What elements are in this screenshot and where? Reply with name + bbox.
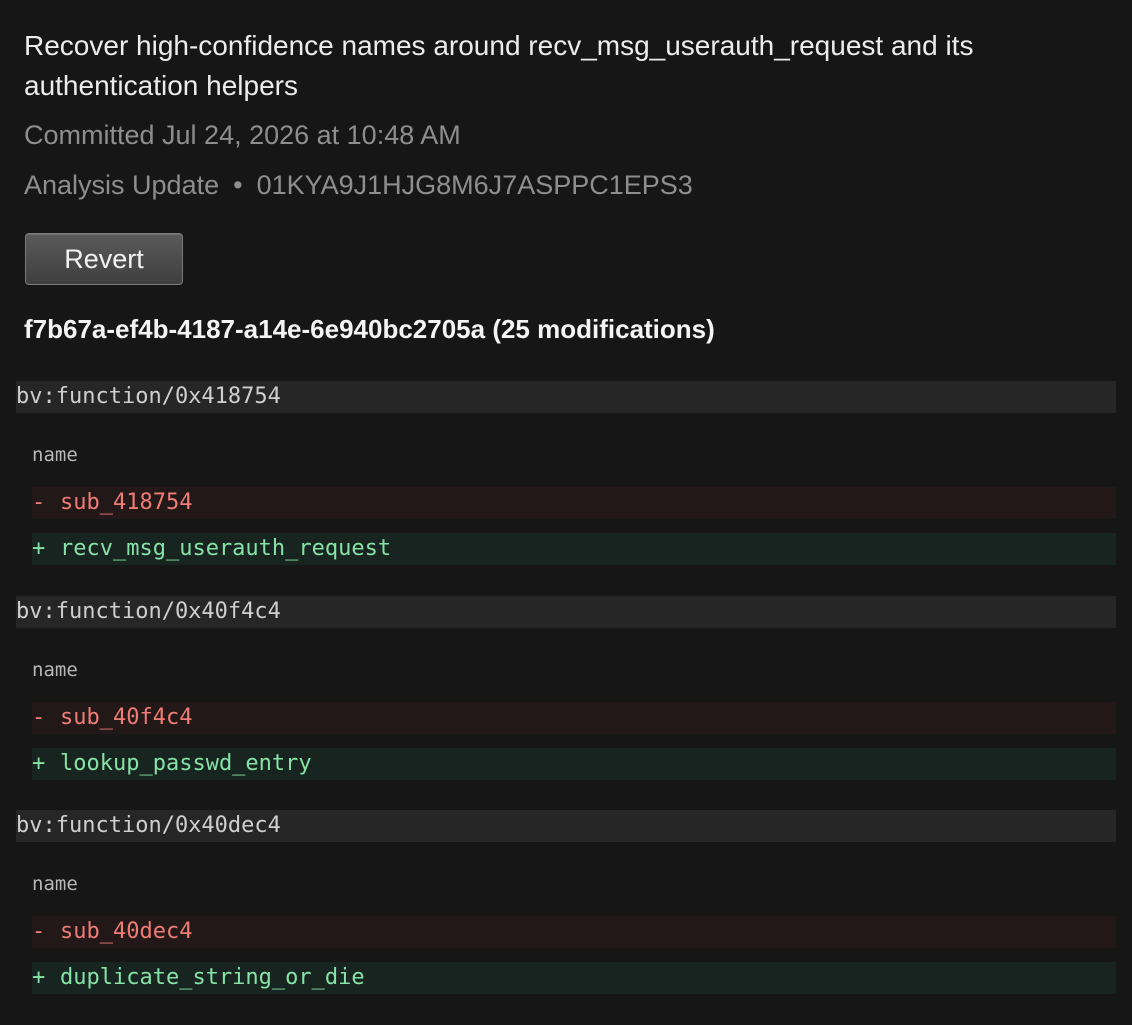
added-line: + duplicate_string_or_die [32,962,1116,994]
removed-sign: - [32,490,46,515]
removed-line: - sub_40f4c4 [32,701,1116,734]
removed-line: - sub_40dec4 [32,916,1116,948]
removed-sign: - [32,704,46,730]
removed-value: sub_40f4c4 [60,704,193,730]
commit-header: Recover high-confidence names around rec… [24,26,1114,106]
added-sign: + [32,536,46,561]
separator-dot: • [233,170,243,200]
removed-sign: - [32,919,46,944]
added-line: + recv_msg_userauth_request [32,533,1116,565]
added-value: lookup_passwd_entry [60,750,312,776]
modification-block: bv:function/0x40dec4 name - sub_40dec4 + d… [16,810,1116,1025]
modification-block: bv:function/0x40f4c4 name - sub_40f4c4 + l… [16,595,1116,811]
commit-title: Recover high-confidence names around rec… [24,30,974,101]
removed-value: sub_418754 [60,490,193,515]
function-path[interactable]: bv:function/0x418754 [16,381,1116,413]
revert-button[interactable]: Revert [25,233,183,285]
commit-timestamp: Committed Jul 24, 2026 at 10:48 AM [24,120,461,150]
function-path[interactable]: bv:function/0x40dec4 [16,810,1116,842]
removed-line: - sub_418754 [32,487,1116,519]
field-label: name [32,658,78,681]
added-line: + lookup_passwd_entry [32,747,1116,780]
added-value: recv_msg_userauth_request [60,536,392,561]
commit-id[interactable]: 01KYA9J1HJG8M6J7ASPPC1EPS3 [257,170,693,200]
added-sign: + [32,750,46,776]
added-value: duplicate_string_or_die [60,965,365,990]
modification-list: bv:function/0x418754 name - sub_418754 + r… [16,381,1116,1025]
added-sign: + [32,965,46,990]
modification-block: bv:function/0x418754 name - sub_418754 + r… [16,381,1116,596]
target-summary: f7b67a-ef4b-4187-a14e-6e940bc2705a (25 m… [24,314,715,344]
commit-type: Analysis Update [24,170,220,200]
field-label: name [32,873,78,895]
removed-value: sub_40dec4 [60,919,193,944]
commit-meta: Analysis Update • 01KYA9J1HJG8M6J7ASPPC1EP… [24,166,693,204]
field-label: name [32,444,78,466]
function-path[interactable]: bv:function/0x40f4c4 [16,595,1116,628]
